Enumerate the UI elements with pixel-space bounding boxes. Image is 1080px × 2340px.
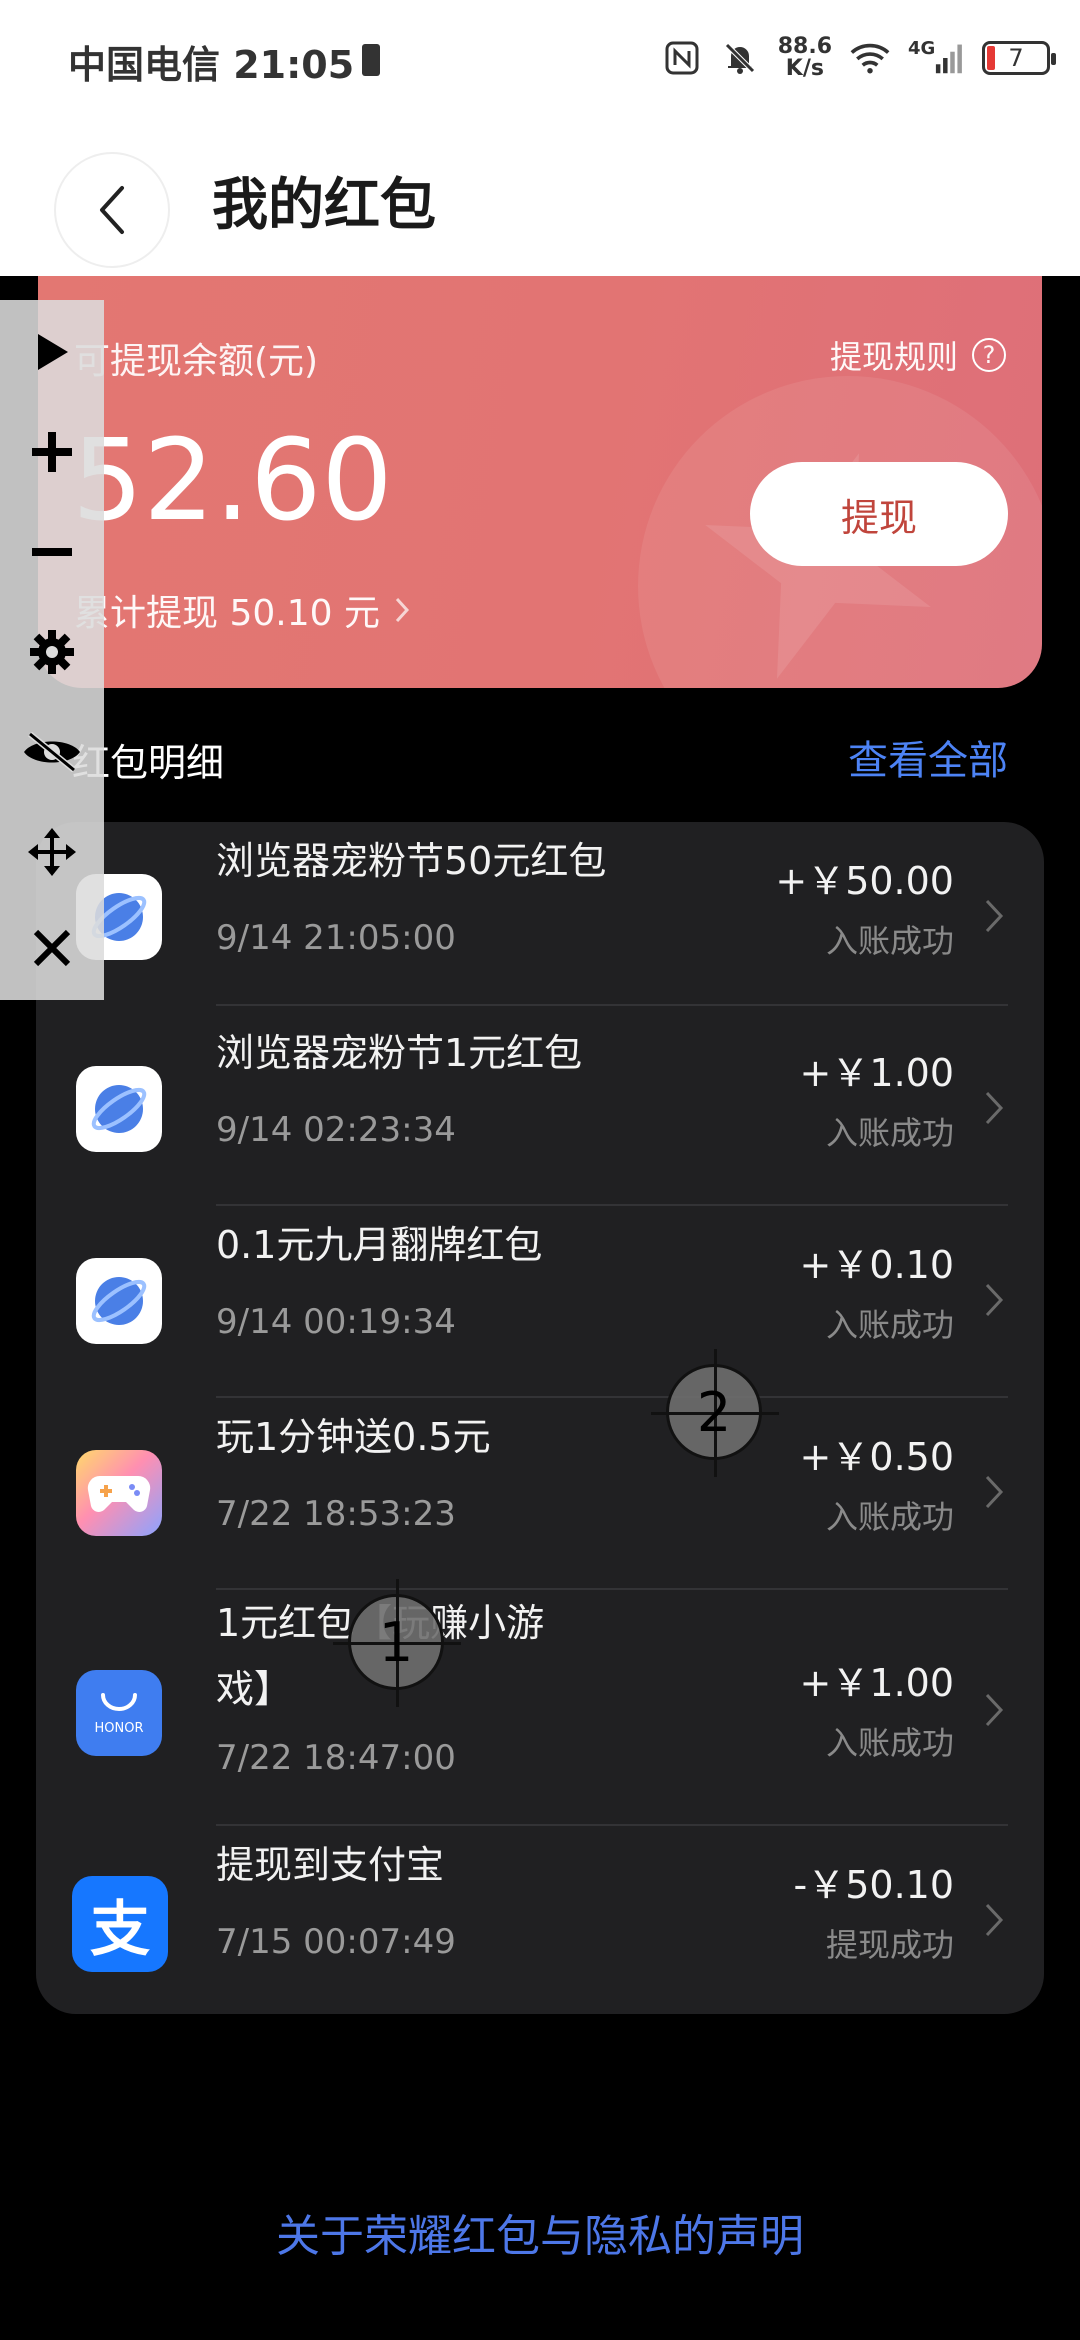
item-title: 浏览器宠粉节1元红包 <box>216 1031 583 1075</box>
wifi-icon <box>850 38 890 78</box>
question-icon: ? <box>972 338 1006 372</box>
transaction-list: 浏览器宠粉节50元红包 9/14 21:05:00 +￥50.00 入账成功 浏… <box>36 822 1044 2014</box>
net-speed-unit: K/s <box>785 56 824 81</box>
privacy-statement-link[interactable]: 关于荣耀红包与隐私的声明 <box>0 2200 1080 2264</box>
move-icon[interactable] <box>22 822 82 882</box>
item-amount: +￥1.00 <box>799 1051 954 1095</box>
item-status: 提现成功 <box>825 1926 954 1964</box>
item-title: 提现到支付宝 <box>216 1843 445 1887</box>
page-header: 我的红包 <box>0 120 1080 276</box>
marker-label: 1 <box>378 1610 414 1674</box>
nfc-icon <box>662 38 702 78</box>
item-status: 入账成功 <box>825 1306 954 1344</box>
withdraw-button[interactable]: 提现 <box>750 462 1008 566</box>
item-status: 入账成功 <box>825 1114 954 1152</box>
browser-icon <box>76 1066 162 1152</box>
alipay-glyph: 支 <box>90 1894 150 1965</box>
item-amount: +￥1.00 <box>799 1661 954 1705</box>
play-icon[interactable] <box>22 322 82 382</box>
browser-icon <box>76 1258 162 1344</box>
status-carrier-time: 中国电信 21:05 <box>68 43 355 87</box>
total-withdrawn-text: 累计提现 50.10 元 <box>74 593 380 634</box>
mute-bell-icon <box>720 38 760 78</box>
item-title: 浏览器宠粉节50元红包 <box>216 839 607 883</box>
item-time: 7/22 18:53:23 <box>216 1494 456 1534</box>
item-status: 入账成功 <box>825 1498 954 1536</box>
chevron-left-icon <box>100 186 124 234</box>
page-title: 我的红包 <box>212 173 436 238</box>
list-item[interactable]: 支 提现到支付宝 7/15 00:07:49 -￥50.10 提现成功 <box>36 1826 1044 2014</box>
item-status: 入账成功 <box>825 1724 954 1762</box>
signal-label: 4G <box>908 38 936 59</box>
list-item[interactable]: 玩1分钟送0.5元 7/22 18:53:23 +￥0.50 入账成功 <box>36 1398 1044 1590</box>
floating-tool-panel <box>0 300 104 1000</box>
minus-icon[interactable] <box>22 522 82 582</box>
list-item[interactable]: HONOR 1元红包【玩赚小游戏】 7/22 18:47:00 +￥1.00 入… <box>36 1590 1044 1826</box>
marker-label: 2 <box>696 1380 732 1444</box>
net-speed-value: 88.6 <box>777 34 832 59</box>
withdraw-rules-link[interactable]: 提现规则 ? <box>830 332 1006 378</box>
item-amount: +￥0.50 <box>799 1435 954 1479</box>
chevron-right-icon <box>985 1903 1004 1937</box>
close-icon[interactable] <box>22 918 82 978</box>
item-time: 9/14 02:23:34 <box>216 1110 456 1150</box>
alipay-icon: 支 <box>72 1876 168 1972</box>
view-all-link[interactable]: 查看全部 <box>848 728 1008 786</box>
status-bar: 中国电信 21:05 88.6 K/s 4G 7 <box>0 0 1080 120</box>
item-title: 0.1元九月翻牌红包 <box>216 1223 543 1267</box>
item-time: 9/14 21:05:00 <box>216 918 456 958</box>
item-amount: +￥0.10 <box>799 1243 954 1287</box>
withdraw-rules-label: 提现规则 <box>829 338 958 376</box>
touch-marker: 2 <box>651 1349 779 1477</box>
list-item[interactable]: 0.1元九月翻牌红包 9/14 00:19:34 +￥0.10 入账成功 <box>36 1206 1044 1398</box>
balance-amount: 52.60 <box>72 416 393 546</box>
chevron-right-icon <box>395 597 409 623</box>
chevron-right-icon <box>985 899 1004 933</box>
game-controller-icon <box>76 1450 162 1536</box>
item-title: 玩1分钟送0.5元 <box>216 1415 491 1459</box>
honor-logo-text: HONOR <box>94 1720 144 1736</box>
list-item[interactable]: 浏览器宠粉节50元红包 9/14 21:05:00 +￥50.00 入账成功 <box>36 822 1044 1014</box>
plus-icon[interactable] <box>22 422 82 482</box>
chevron-right-icon <box>985 1091 1004 1125</box>
item-time: 7/15 00:07:49 <box>216 1922 456 1962</box>
gear-icon[interactable] <box>22 622 82 682</box>
item-amount: +￥50.00 <box>775 859 954 903</box>
item-status: 入账成功 <box>825 922 954 960</box>
item-amount: -￥50.10 <box>793 1863 955 1907</box>
chevron-right-icon <box>985 1283 1004 1317</box>
honor-store-icon: HONOR <box>76 1670 162 1756</box>
balance-card: 可提现余额(元) 提现规则 ? 52.60 提现 累计提现 50.10 元 <box>38 276 1042 688</box>
total-withdrawn-link[interactable]: 累计提现 50.10 元 <box>74 584 410 636</box>
net-speed: 88.6 K/s <box>778 36 832 80</box>
touch-marker: 1 <box>333 1579 461 1707</box>
back-button[interactable] <box>54 152 170 268</box>
balance-label: 可提现余额(元) <box>74 341 319 382</box>
chevron-right-icon <box>985 1475 1004 1509</box>
status-icons: 88.6 K/s 4G 7 <box>662 28 1056 88</box>
item-time: 9/14 00:19:34 <box>216 1302 456 1342</box>
battery-icon: 7 <box>982 41 1056 75</box>
item-time: 7/22 18:47:00 <box>216 1738 456 1778</box>
battery-level: 7 <box>1008 44 1024 72</box>
cellular-signal-icon: 4G <box>908 38 964 78</box>
divider <box>216 1004 1008 1006</box>
chevron-right-icon <box>985 1693 1004 1727</box>
battery-saver-icon <box>362 44 380 76</box>
eye-off-icon[interactable] <box>22 722 82 782</box>
list-item[interactable]: 浏览器宠粉节1元红包 9/14 02:23:34 +￥1.00 入账成功 <box>36 1014 1044 1206</box>
